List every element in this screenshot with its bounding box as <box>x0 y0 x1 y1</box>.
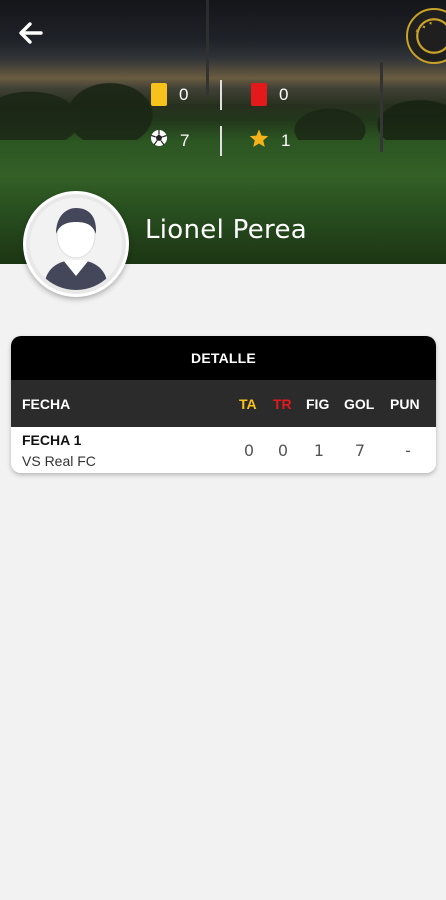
table-row[interactable]: FECHA 1 VS Real FC 0 0 1 7 - <box>11 427 436 473</box>
avatar <box>23 191 129 297</box>
column-header-gol: GOL <box>344 396 375 412</box>
mvp-stat: 1 <box>249 129 290 153</box>
column-header-ta: TA <box>239 396 257 412</box>
row-rival: VS Real FC <box>22 453 96 469</box>
soccer-ball-icon <box>150 129 168 152</box>
column-header-pun: PUN <box>390 396 420 412</box>
red-card-icon <box>251 83 267 106</box>
row-tr: 0 <box>277 441 289 460</box>
row-gol: 7 <box>354 441 366 460</box>
detail-title: DETALLE <box>11 336 436 380</box>
red-cards-value: 0 <box>279 84 289 104</box>
red-cards-stat: 0 <box>251 83 288 106</box>
stat-divider <box>220 80 222 110</box>
detail-table-header: FECHA TA TR FIG GOL PUN <box>11 380 436 427</box>
goals-value: 7 <box>180 130 190 150</box>
league-logo-graphic: ✦ ✦ ✦ <box>414 20 436 36</box>
goals-stat: 7 <box>150 129 189 152</box>
star-icon <box>249 129 269 153</box>
player-name: Lionel Perea <box>145 215 307 245</box>
row-fecha: FECHA 1 <box>22 432 82 448</box>
column-header-fecha: FECHA <box>22 396 71 412</box>
row-pun: - <box>405 441 411 460</box>
user-silhouette-icon <box>30 198 122 290</box>
yellow-cards-stat: 0 <box>151 83 188 106</box>
mvp-value: 1 <box>281 131 291 150</box>
detail-card: DETALLE FECHA TA TR FIG GOL PUN FECHA 1 … <box>11 336 436 473</box>
column-header-tr: TR <box>273 396 292 412</box>
row-fig: 1 <box>313 441 325 460</box>
yellow-card-icon <box>151 83 167 106</box>
row-ta: 0 <box>243 441 255 460</box>
stat-divider <box>220 126 222 156</box>
column-header-fig: FIG <box>306 396 330 412</box>
yellow-cards-value: 0 <box>179 84 189 104</box>
back-button[interactable] <box>14 20 48 50</box>
arrow-left-icon <box>18 21 44 49</box>
